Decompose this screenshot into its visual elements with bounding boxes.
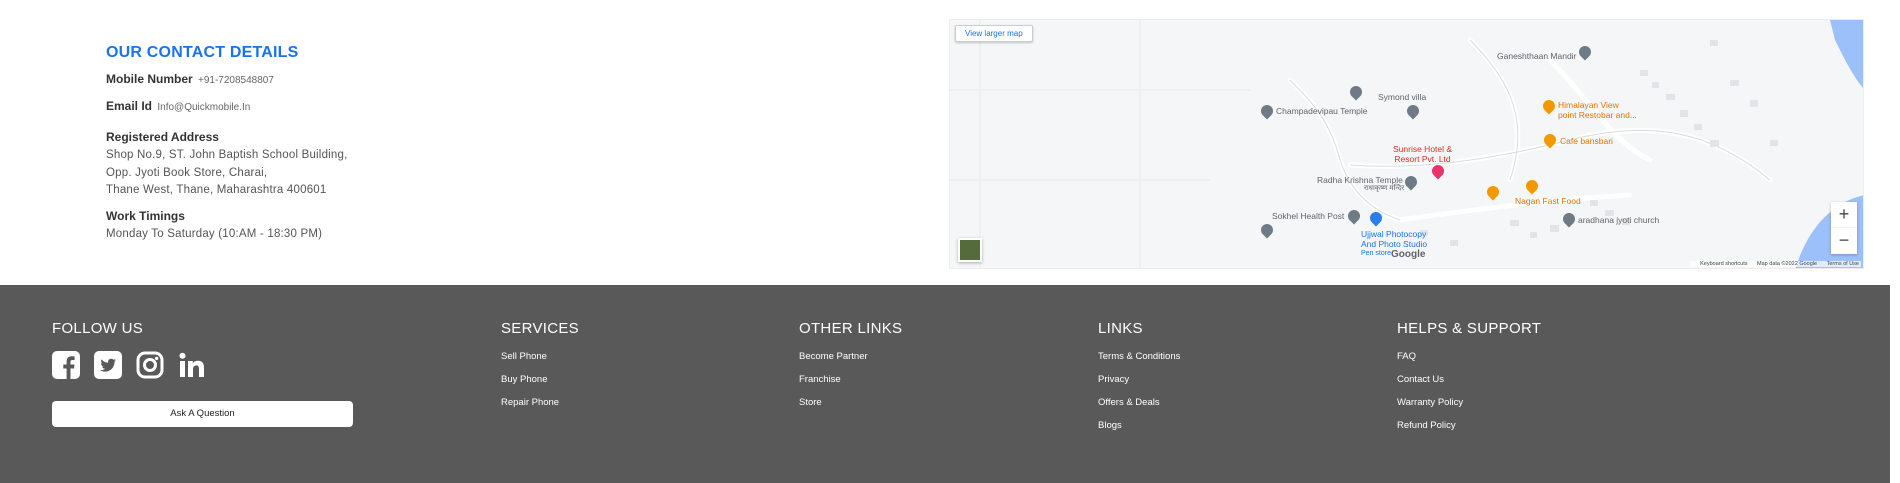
footer: FOLLOW US Ask A Question SERVICES Sell P… [0,285,1890,483]
footer-link[interactable]: Offers & Deals [1098,397,1160,408]
email-value[interactable]: Info@Quickmobile.In [157,102,250,113]
address-line: Shop No.9, ST. John Baptish School Build… [106,149,348,161]
place-label[interactable]: Himalayan View point Restobar and... [1558,100,1637,120]
links-title: LINKS [1098,320,1143,337]
footer-link[interactable]: Buy Phone [501,374,547,385]
footer-link[interactable]: Repair Phone [501,397,559,408]
zoom-out-button[interactable]: − [1831,228,1857,254]
footer-link[interactable]: Warranty Policy [1397,397,1463,408]
mobile-value[interactable]: +91-7208548807 [198,75,274,86]
place-label[interactable]: Sokhel Health Post [1272,211,1344,221]
contact-title: OUR CONTACT DETAILS [106,44,299,61]
place-label[interactable]: aradhana jyoti church [1578,215,1659,225]
embedded-map[interactable]: View larger map Ganeshthaan Mandir Symon… [949,19,1864,269]
place-label[interactable]: Nagan Fast Food [1515,196,1581,206]
place-label[interactable]: Ganeshthaan Mandir [1497,51,1576,61]
place-label[interactable]: Cafe bansbari [1560,136,1613,146]
instagram-icon[interactable] [136,351,164,379]
footer-link[interactable]: Contact Us [1397,374,1444,385]
services-title: SERVICES [501,320,579,337]
other-links-title: OTHER LINKS [799,320,903,337]
google-logo: Google [1391,249,1426,260]
place-label[interactable]: Champadevipau Temple [1276,106,1368,116]
place-label[interactable]: Symond villa [1378,92,1426,102]
place-label-line: Ujjwal Photocopy [1361,229,1427,239]
footer-link[interactable]: Refund Policy [1397,420,1456,431]
footer-link[interactable]: FAQ [1397,351,1416,362]
view-larger-map-link[interactable]: View larger map [955,25,1033,42]
place-label-line: And Photo Studio [1361,239,1428,249]
footer-link[interactable]: Privacy [1098,374,1129,385]
contact-section: OUR CONTACT DETAILS Mobile Number +91-72… [0,0,1890,285]
map-attribution: Keyboard shortcuts Map data ©2022 Google… [1690,261,1861,267]
place-label-line: Resort Pvt. Ltd [1394,154,1451,164]
map-data-text: Map data ©2022 Google [1757,261,1818,267]
follow-us-title: FOLLOW US [52,320,144,337]
mobile-label: Mobile Number [106,72,193,86]
footer-link[interactable]: Terms & Conditions [1098,351,1180,362]
email-label: Email Id [106,99,153,113]
place-label-line: point Restobar and... [1558,110,1637,120]
vertical-scrollbar[interactable] [1890,0,1900,483]
keyboard-shortcuts-link[interactable]: Keyboard shortcuts [1700,261,1747,267]
zoom-in-button[interactable]: + [1831,202,1857,228]
address-text: Shop No.9, ST. John Baptish School Build… [106,147,348,200]
help-support-title: HELPS & SUPPORT [1397,320,1542,337]
mobile-row: Mobile Number +91-7208548807 [106,72,274,86]
terms-link[interactable]: Terms of Use [1827,261,1859,267]
place-label: राधाकृष्ण मन्दिर [1364,185,1405,192]
timings-value: Monday To Saturday (10:AM - 18:30 PM) [106,228,323,240]
satellite-toggle-button[interactable] [958,238,982,262]
twitter-icon[interactable] [94,351,122,379]
place-label-line: Sunrise Hotel & [1393,144,1453,154]
address-label: Registered Address [106,130,219,144]
ask-question-button[interactable]: Ask A Question [52,401,353,427]
footer-link[interactable]: Blogs [1098,420,1122,431]
footer-link[interactable]: Sell Phone [501,351,547,362]
timings-label: Work Timings [106,209,185,223]
social-icons [52,351,206,379]
footer-link[interactable]: Become Partner [799,351,868,362]
email-row: Email Id Info@Quickmobile.In [106,99,250,113]
address-line: Thane West, Thane, Maharashtra 400601 [106,184,327,196]
footer-link[interactable]: Store [799,397,822,408]
facebook-icon[interactable] [52,351,80,379]
address-line: Opp. Jyoti Book Store, Charai, [106,166,268,179]
linkedin-icon[interactable] [178,351,206,379]
place-label[interactable]: Sunrise Hotel & Resort Pvt. Ltd [1393,144,1452,164]
place-label-line: Himalayan View [1558,100,1619,110]
footer-link[interactable]: Franchise [799,374,841,385]
